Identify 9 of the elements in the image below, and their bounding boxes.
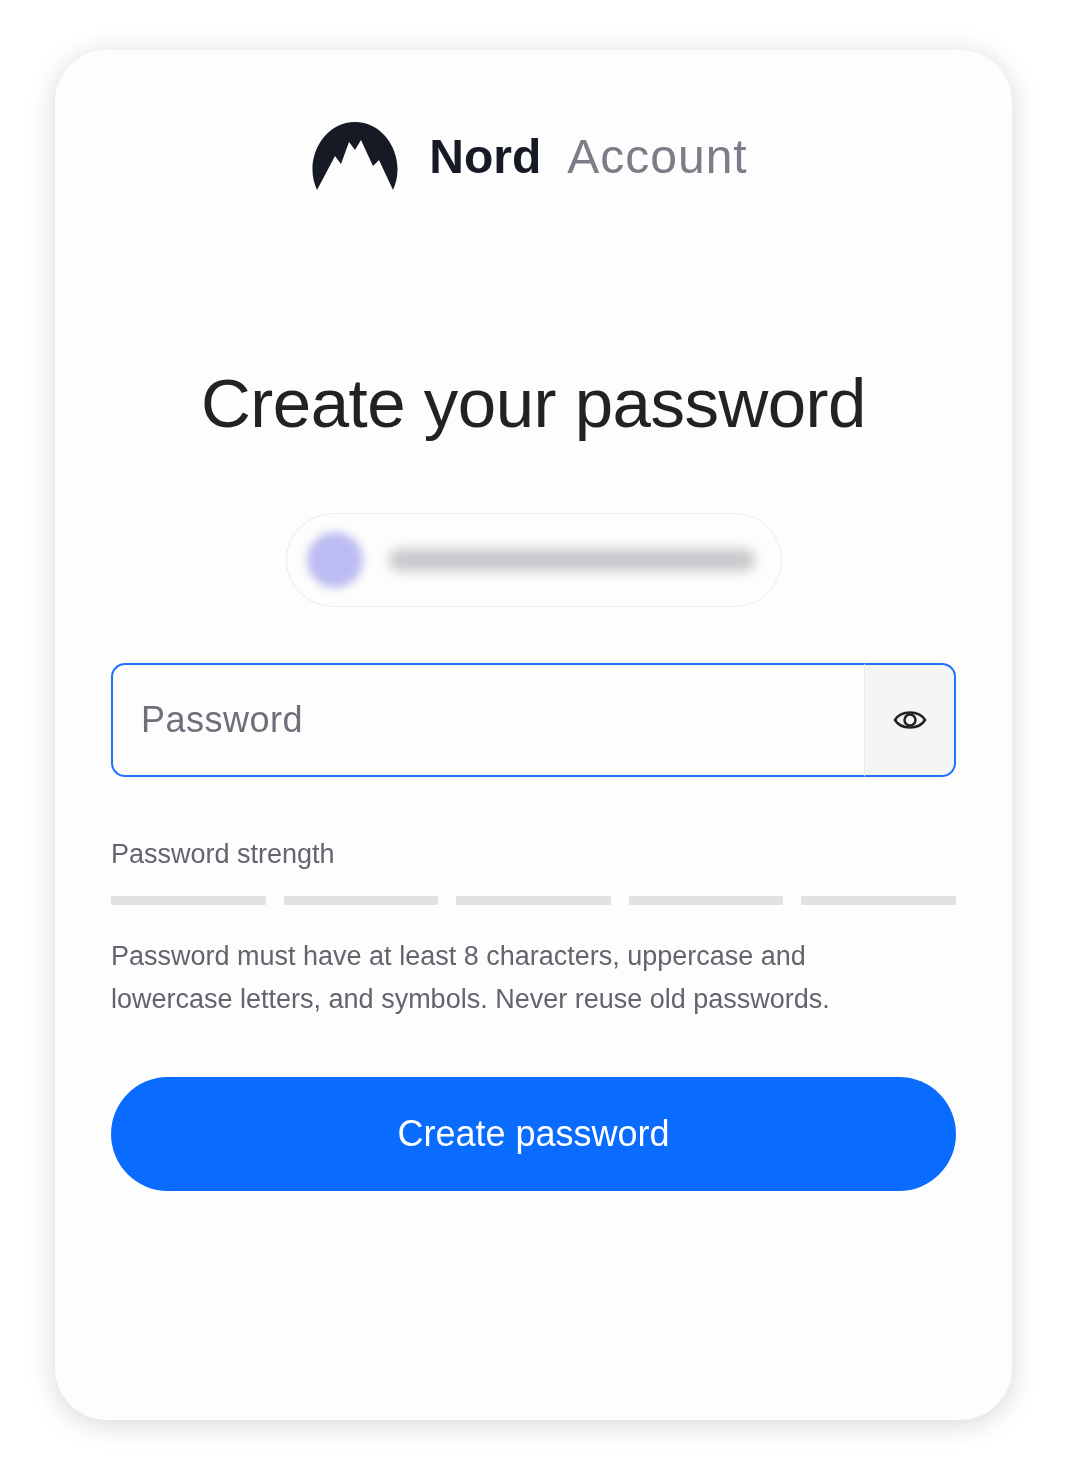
password-hint: Password must have at least 8 characters, uppercase and lowercase letters, and symbols. Never reuse old passwords.: [111, 940, 831, 1016]
show-password-button[interactable]: [864, 663, 956, 777]
password-field[interactable]: Password: [111, 663, 864, 777]
strength-label: Password strength: [111, 839, 336, 870]
product-name: Account: [567, 128, 748, 184]
avatar: [306, 532, 363, 588]
create-password-button[interactable]: Create password: [111, 1077, 956, 1191]
brand-name: Nord: [429, 128, 542, 184]
page-title: Create your password: [200, 364, 867, 443]
